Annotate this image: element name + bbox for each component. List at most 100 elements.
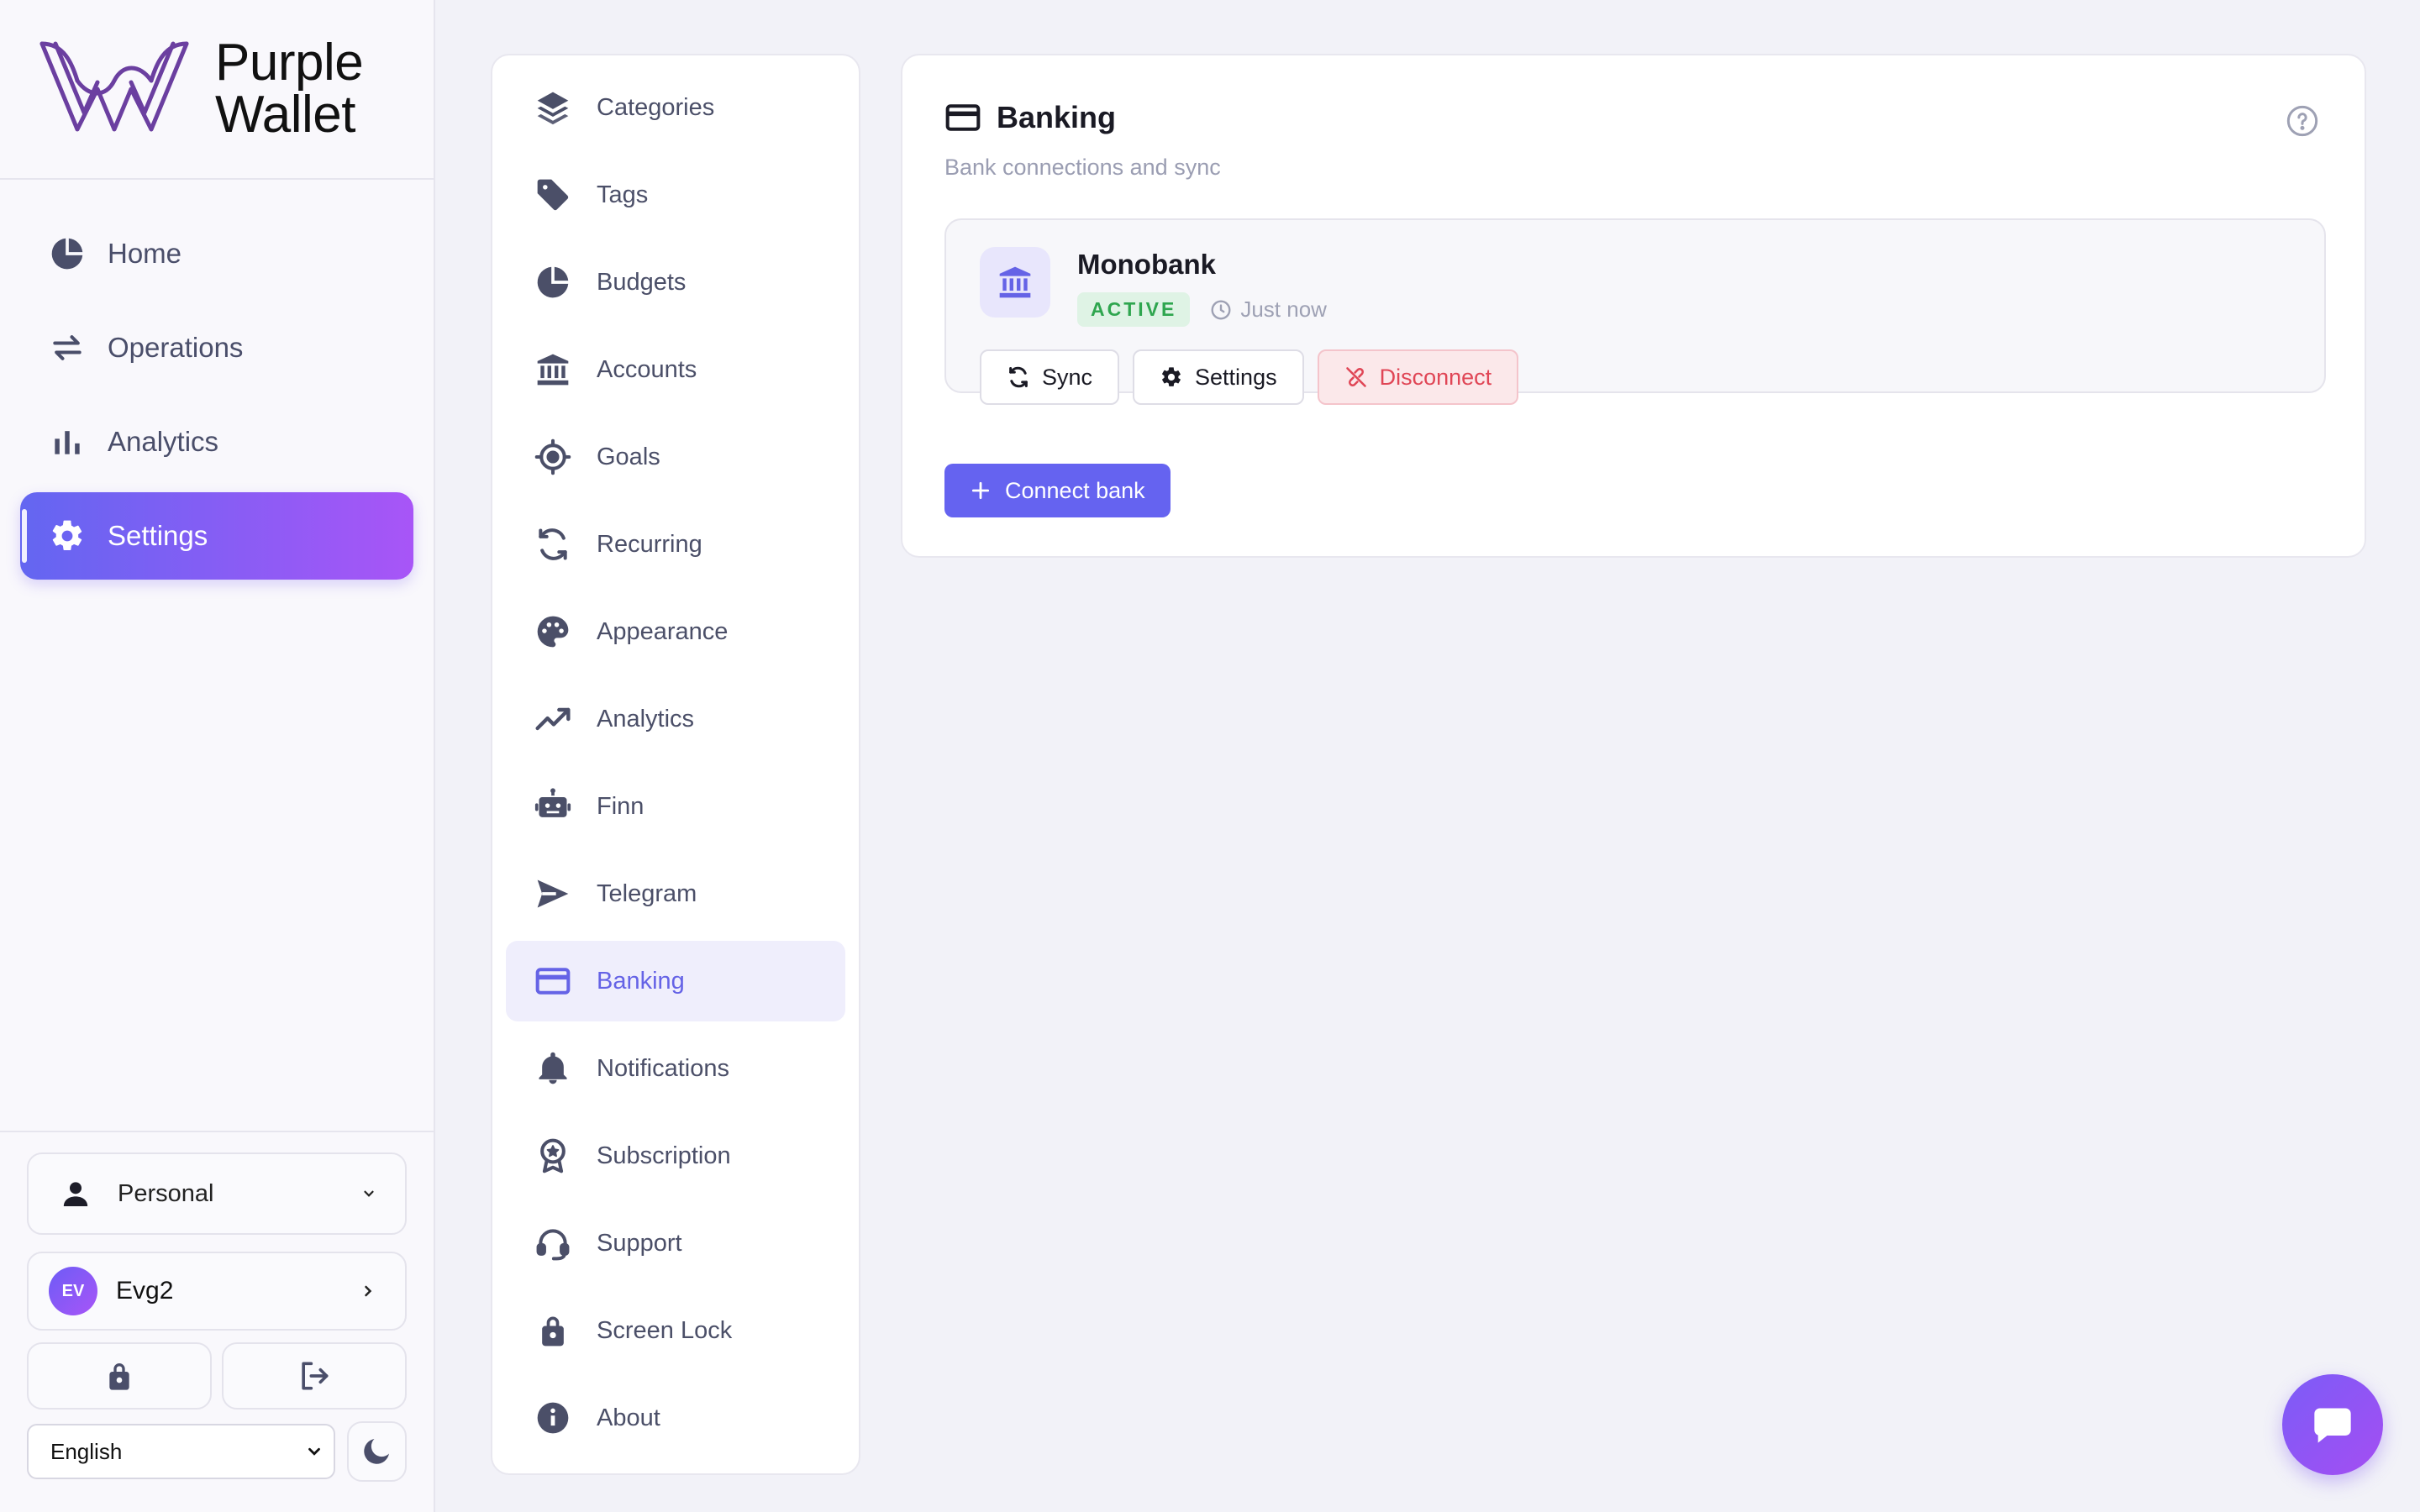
logout-button[interactable] — [222, 1342, 407, 1410]
connect-bank-button[interactable]: Connect bank — [944, 464, 1171, 517]
refresh-icon — [539, 528, 567, 560]
settings-item-label: Subscription — [597, 1142, 731, 1169]
main-sidebar: Purple Wallet Home Operations Analytics … — [0, 0, 435, 1512]
bank-connection-card: Monobank ACTIVE Just now Sync Settings D… — [944, 218, 2326, 405]
lock-icon — [542, 1316, 564, 1347]
brand-name: Purple Wallet — [215, 34, 364, 144]
settings-item-recurring[interactable]: Recurring — [506, 504, 845, 585]
settings-item-screen-lock[interactable]: Screen Lock — [506, 1290, 845, 1371]
settings-item-notifications[interactable]: Notifications — [506, 1028, 845, 1109]
settings-item-label: Analytics — [597, 705, 695, 732]
settings-item-accounts[interactable]: Accounts — [506, 329, 845, 410]
bank-icon — [537, 354, 569, 386]
settings-item-label: About — [597, 1404, 660, 1431]
settings-item-budgets[interactable]: Budgets — [506, 242, 845, 323]
last-sync-text: Just now — [1240, 297, 1327, 322]
language-selected: English — [50, 1438, 123, 1464]
settings-item-label: Banking — [597, 967, 685, 995]
award-icon — [540, 1138, 566, 1173]
workspace-selector[interactable]: Personal — [27, 1152, 407, 1235]
settings-item-label: Notifications — [597, 1054, 729, 1082]
chevron-down-icon — [308, 1447, 320, 1456]
disconnect-button-label: Disconnect — [1379, 364, 1492, 390]
settings-item-finn[interactable]: Finn — [506, 766, 845, 847]
chevron-down-icon — [364, 1190, 374, 1197]
unlink-icon — [1345, 367, 1366, 387]
settings-item-banking[interactable]: Banking — [506, 941, 845, 1021]
credit-card-icon — [945, 104, 981, 131]
info-icon — [537, 1402, 569, 1434]
nav-item-settings[interactable]: Settings — [20, 492, 413, 580]
settings-item-telegram[interactable]: Telegram — [506, 853, 845, 934]
layers-icon — [537, 92, 569, 125]
settings-item-analytics[interactable]: Analytics — [506, 679, 845, 759]
title-row: Banking — [944, 99, 1221, 136]
pie-chart-icon — [537, 266, 569, 298]
avatar: EV — [49, 1267, 97, 1315]
settings-item-label: Budgets — [597, 268, 687, 296]
settings-item-label: Appearance — [597, 617, 729, 645]
chat-button[interactable] — [2282, 1374, 2383, 1475]
last-sync: Just now — [1210, 297, 1327, 323]
settings-item-appearance[interactable]: Appearance — [506, 591, 845, 672]
nav-item-home[interactable]: Home — [20, 210, 413, 297]
bell-icon — [539, 1052, 567, 1084]
settings-item-label: Telegram — [597, 879, 697, 907]
headset-icon — [536, 1229, 570, 1261]
settings-item-label: Categories — [597, 93, 715, 121]
palette-icon — [537, 616, 569, 648]
line-chart-icon — [535, 707, 571, 731]
settings-item-categories[interactable]: Categories — [506, 67, 845, 148]
settings-item-label: Support — [597, 1229, 682, 1257]
gear-icon — [1162, 367, 1181, 386]
settings-item-about[interactable]: About — [506, 1378, 845, 1458]
language-select[interactable]: English — [27, 1424, 335, 1479]
refresh-icon — [1009, 366, 1028, 388]
settings-item-support[interactable]: Support — [506, 1203, 845, 1284]
purple-wallet-logo-icon — [39, 41, 189, 132]
help-circle-icon[interactable] — [2286, 104, 2319, 138]
nav-item-operations[interactable]: Operations — [20, 304, 413, 391]
bar-chart-icon — [55, 431, 80, 454]
arrows-swap-icon — [53, 335, 82, 360]
status-badge: ACTIVE — [1077, 292, 1191, 327]
user-name: Evg2 — [116, 1277, 174, 1305]
bank-meta: ACTIVE Just now — [1077, 292, 1327, 327]
connect-bank-label: Connect bank — [1005, 477, 1145, 503]
gear-icon — [52, 520, 82, 551]
sync-button[interactable]: Sync — [980, 349, 1120, 405]
robot-icon — [534, 788, 571, 817]
settings-item-label: Screen Lock — [597, 1316, 733, 1344]
pie-chart-icon — [51, 238, 83, 270]
credit-card-icon — [535, 968, 571, 995]
page-subtitle: Bank connections and sync — [944, 155, 1221, 180]
tag-icon — [537, 179, 569, 211]
disconnect-button[interactable]: Disconnect — [1317, 349, 1519, 405]
chat-bubble-icon — [2314, 1408, 2351, 1443]
settings-menu: Categories Tags Budgets Accounts Goals R… — [491, 54, 860, 1475]
language-row: English — [27, 1421, 407, 1482]
user-profile-button[interactable]: EV Evg2 — [27, 1252, 407, 1331]
plus-icon — [971, 481, 990, 500]
settings-item-subscription[interactable]: Subscription — [506, 1116, 845, 1196]
send-icon — [537, 879, 569, 908]
nav-item-label: Operations — [108, 332, 244, 363]
theme-toggle-button[interactable] — [346, 1421, 407, 1482]
bank-settings-button[interactable]: Settings — [1133, 349, 1304, 405]
nav-item-label: Home — [108, 238, 182, 269]
bank-icon — [999, 266, 1031, 298]
clock-icon — [1211, 300, 1231, 319]
moon-icon — [364, 1439, 390, 1464]
settings-item-tags[interactable]: Tags — [506, 155, 845, 235]
nav-item-analytics[interactable]: Analytics — [20, 398, 413, 486]
lock-icon — [109, 1363, 129, 1390]
panel-header: Banking Bank connections and sync — [944, 99, 1221, 181]
settings-item-label: Goals — [597, 443, 660, 470]
bank-actions: Sync Settings Disconnect — [980, 349, 1519, 405]
settings-item-goals[interactable]: Goals — [506, 417, 845, 497]
target-icon — [534, 438, 571, 475]
lock-button[interactable] — [27, 1342, 212, 1410]
brand[interactable]: Purple Wallet — [0, 0, 434, 180]
logout-icon — [302, 1362, 329, 1390]
quick-actions — [27, 1342, 407, 1410]
